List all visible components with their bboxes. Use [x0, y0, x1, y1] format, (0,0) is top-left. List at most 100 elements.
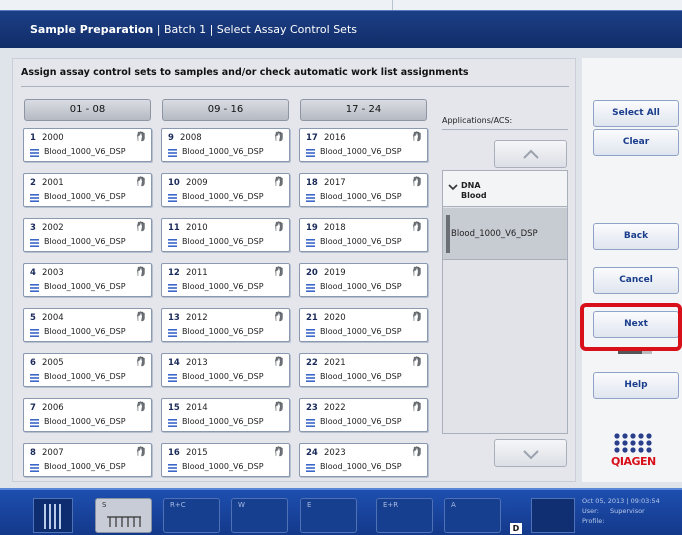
sample-tile[interactable]: 17 2016 Blood_1000_V6_DSP [299, 128, 428, 162]
sample-tile[interactable]: 10 2009 Blood_1000_V6_DSP [161, 173, 290, 207]
acs-group-dna[interactable]: DNA Blood [443, 171, 567, 207]
sample-position: 4 [30, 268, 36, 278]
hand-icon [412, 356, 421, 367]
divider [442, 129, 568, 130]
list-icon [168, 149, 177, 157]
sample-id: 2006 [42, 403, 64, 413]
scroll-up-button[interactable] [494, 140, 567, 168]
assigned-acs: Blood_1000_V6_DSP [306, 462, 425, 474]
sample-tile[interactable]: 1 2000 Blood_1000_V6_DSP [23, 128, 152, 162]
tab-r-c[interactable]: R+C [163, 498, 220, 533]
list-icon [306, 149, 315, 157]
screen-button[interactable] [531, 498, 575, 533]
sample-tile[interactable]: 6 2005 Blood_1000_V6_DSP [23, 353, 152, 387]
tab-a[interactable]: A [444, 498, 501, 533]
acs-name: Blood_1000_V6_DSP [44, 372, 126, 381]
sample-tile[interactable]: 23 2022 Blood_1000_V6_DSP [299, 398, 428, 432]
sample-position: 16 [168, 448, 180, 458]
assigned-acs: Blood_1000_V6_DSP [30, 192, 149, 204]
sample-tile[interactable]: 24 2023 Blood_1000_V6_DSP [299, 443, 428, 477]
acs-item-label: Blood_1000_V6_DSP [451, 229, 538, 239]
acs-name: Blood_1000_V6_DSP [182, 327, 264, 336]
hand-icon [274, 221, 283, 232]
assigned-acs: Blood_1000_V6_DSP [306, 372, 425, 384]
list-icon [168, 464, 177, 472]
tab-label: E+R [383, 501, 399, 509]
column-tab-09-16[interactable]: 09 - 16 [162, 99, 289, 121]
sample-tile[interactable]: 4 2003 Blood_1000_V6_DSP [23, 263, 152, 297]
chevron-down-icon [523, 450, 539, 460]
sample-tile[interactable]: 19 2018 Blood_1000_V6_DSP [299, 218, 428, 252]
chevron-up-icon [523, 149, 539, 159]
acs-name: Blood_1000_V6_DSP [320, 192, 402, 201]
hand-icon [412, 176, 421, 187]
hand-icon [412, 311, 421, 322]
sample-position: 7 [30, 403, 36, 413]
clear-button[interactable]: Clear [593, 129, 679, 156]
sample-tile[interactable]: 2 2001 Blood_1000_V6_DSP [23, 173, 152, 207]
tab-label: E [307, 501, 312, 509]
sample-tile[interactable]: 20 2019 Blood_1000_V6_DSP [299, 263, 428, 297]
assigned-acs: Blood_1000_V6_DSP [30, 462, 149, 474]
back-button[interactable]: Back [593, 223, 679, 250]
tab-e-r[interactable]: E+R [376, 498, 433, 533]
hand-icon [274, 356, 283, 367]
sample-tile[interactable]: 7 2006 Blood_1000_V6_DSP [23, 398, 152, 432]
sample-tile[interactable]: 12 2011 Blood_1000_V6_DSP [161, 263, 290, 297]
help-button[interactable]: Help [593, 372, 679, 399]
acs-name: Blood_1000_V6_DSP [320, 417, 402, 426]
assigned-acs: Blood_1000_V6_DSP [168, 237, 287, 249]
acs-name: Blood_1000_V6_DSP [182, 417, 264, 426]
sample-tile[interactable]: 8 2007 Blood_1000_V6_DSP [23, 443, 152, 477]
list-icon [306, 464, 315, 472]
hand-icon [274, 401, 283, 412]
assigned-acs: Blood_1000_V6_DSP [30, 327, 149, 339]
tab-w[interactable]: W [231, 498, 288, 533]
breadcrumb: | Batch 1 | Select Assay Control Sets [153, 23, 357, 36]
acs-name: Blood_1000_V6_DSP [320, 147, 402, 156]
tab-label: W [238, 501, 245, 509]
tab-sample-prep[interactable]: S [95, 498, 152, 533]
sample-tile[interactable]: 22 2021 Blood_1000_V6_DSP [299, 353, 428, 387]
sample-tile[interactable]: 9 2008 Blood_1000_V6_DSP [161, 128, 290, 162]
list-icon [306, 239, 315, 247]
list-icon [30, 194, 39, 202]
sample-tile[interactable]: 21 2020 Blood_1000_V6_DSP [299, 308, 428, 342]
sample-tile[interactable]: 15 2014 Blood_1000_V6_DSP [161, 398, 290, 432]
acs-name: Blood_1000_V6_DSP [182, 147, 264, 156]
assigned-acs: Blood_1000_V6_DSP [30, 372, 149, 384]
sample-tile[interactable]: 3 2002 Blood_1000_V6_DSP [23, 218, 152, 252]
column-tab-17-24[interactable]: 17 - 24 [300, 99, 427, 121]
acs-name: Blood_1000_V6_DSP [182, 237, 264, 246]
assigned-acs: Blood_1000_V6_DSP [30, 282, 149, 294]
sample-tile[interactable]: 14 2013 Blood_1000_V6_DSP [161, 353, 290, 387]
tab-e[interactable]: E [300, 498, 357, 533]
acs-name: Blood_1000_V6_DSP [182, 372, 264, 381]
sample-tile[interactable]: 16 2015 Blood_1000_V6_DSP [161, 443, 290, 477]
sample-id: 2008 [180, 133, 202, 143]
rack-icon[interactable] [33, 498, 73, 533]
sample-tile[interactable]: 13 2012 Blood_1000_V6_DSP [161, 308, 290, 342]
assigned-acs: Blood_1000_V6_DSP [306, 282, 425, 294]
scroll-down-button[interactable] [494, 439, 567, 467]
hand-icon [412, 401, 421, 412]
list-icon [30, 149, 39, 157]
select-all-button[interactable]: Select All [593, 100, 679, 127]
column-tab-01-08[interactable]: 01 - 08 [24, 99, 151, 121]
list-icon [30, 374, 39, 382]
sample-tile[interactable]: 18 2017 Blood_1000_V6_DSP [299, 173, 428, 207]
hand-icon [274, 266, 283, 277]
acs-item[interactable]: Blood_1000_V6_DSP [443, 208, 567, 260]
sample-position: 2 [30, 178, 36, 188]
hand-icon [136, 446, 145, 457]
acs-name: Blood_1000_V6_DSP [320, 237, 402, 246]
list-icon [168, 329, 177, 337]
sample-id: 2021 [324, 358, 346, 368]
top-strip [0, 0, 682, 10]
sample-tile[interactable]: 5 2004 Blood_1000_V6_DSP [23, 308, 152, 342]
user-label: User: [582, 507, 599, 515]
sample-tile[interactable]: 11 2010 Blood_1000_V6_DSP [161, 218, 290, 252]
assigned-acs: Blood_1000_V6_DSP [30, 147, 149, 159]
hand-icon [274, 446, 283, 457]
cancel-button[interactable]: Cancel [593, 267, 679, 294]
